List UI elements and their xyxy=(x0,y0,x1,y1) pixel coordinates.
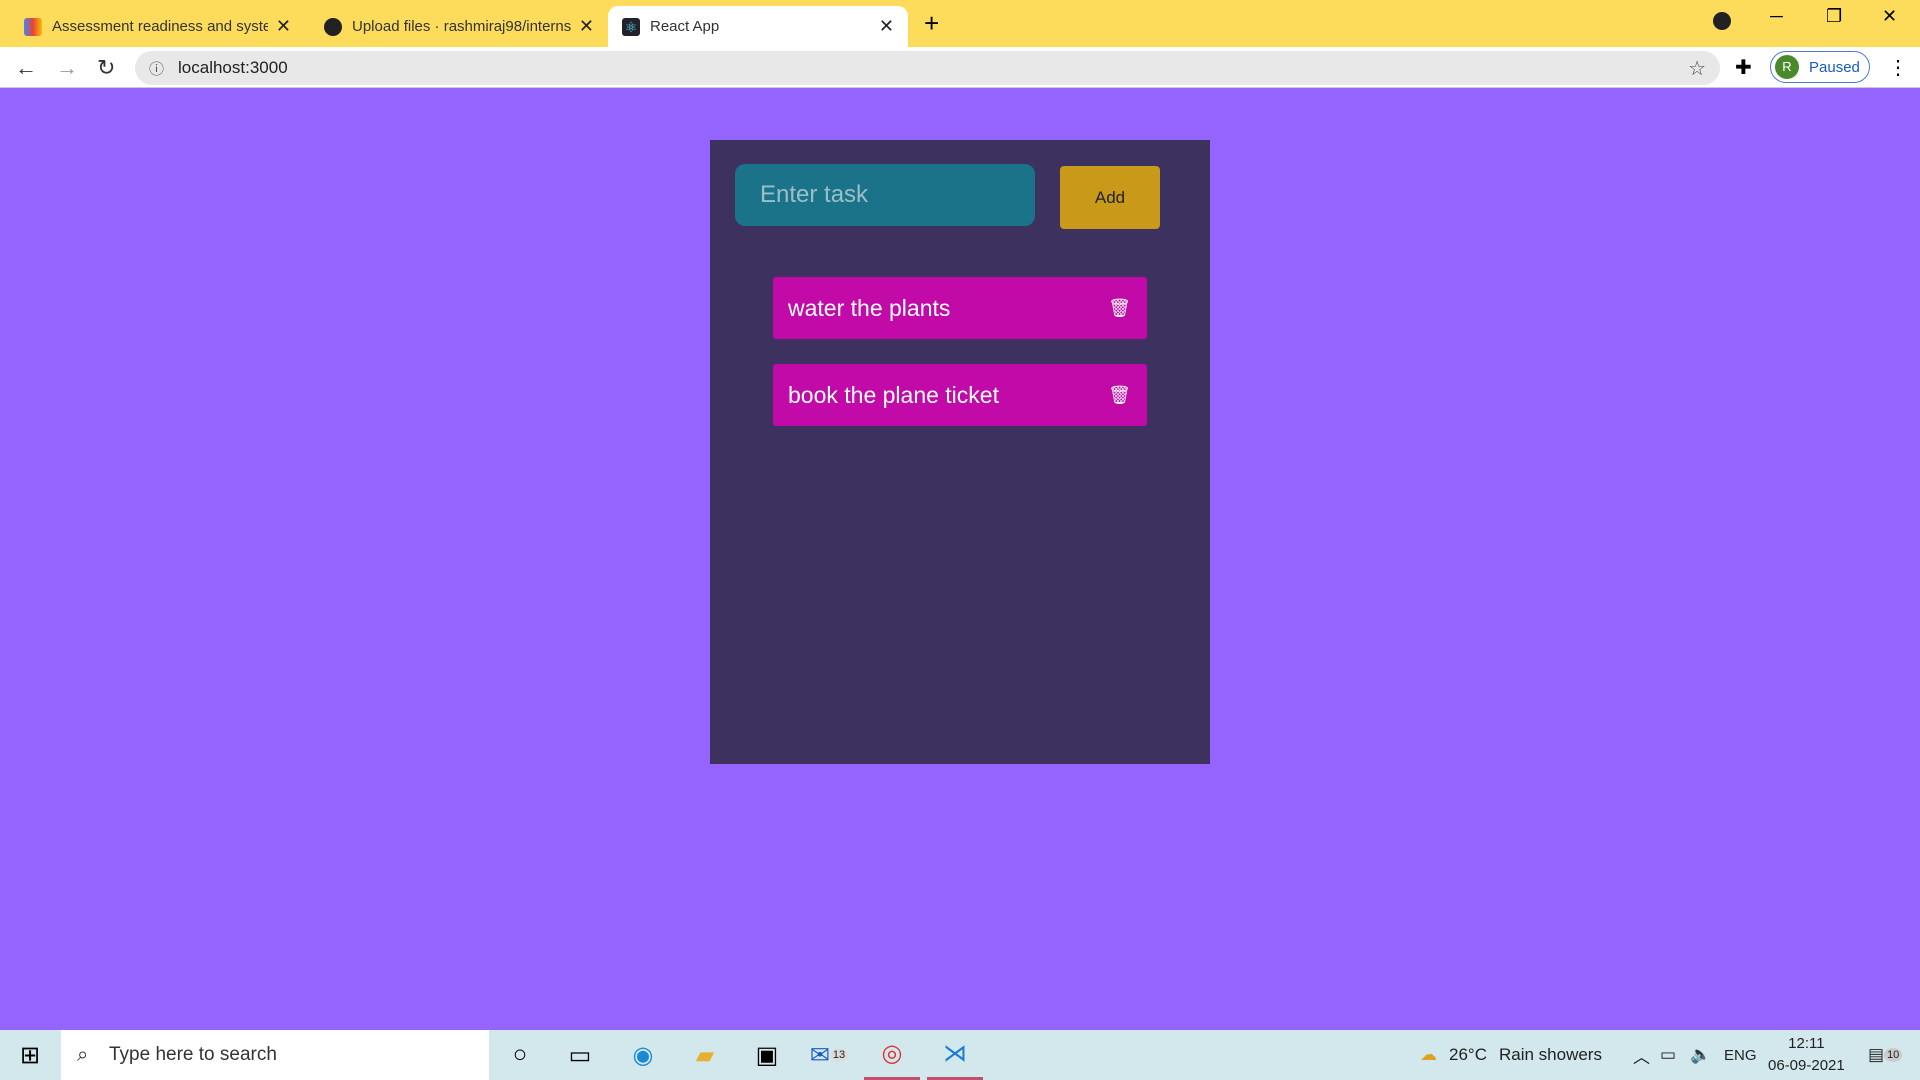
trash-icon[interactable]: 🗑 xyxy=(1108,298,1131,319)
mail-icon[interactable]: ✉ 13 xyxy=(801,1030,857,1080)
close-tab-icon[interactable]: ✕ xyxy=(276,16,291,37)
file-explorer-icon[interactable]: ▰ xyxy=(677,1030,733,1080)
search-icon: ⌕ xyxy=(77,1043,89,1066)
edge-icon[interactable]: ◉ xyxy=(615,1030,671,1080)
tab-react-app[interactable]: ⚛ React App ✕ xyxy=(608,6,908,47)
windows-start-icon[interactable]: ⊞ xyxy=(2,1030,58,1080)
vscode-icon[interactable]: ⋊ xyxy=(927,1030,983,1080)
task-text: book the plane ticket xyxy=(788,381,999,408)
task-item: water the plants 🗑 xyxy=(773,277,1147,339)
volume-icon[interactable]: 🔈 xyxy=(1690,1030,1711,1080)
task-text: water the plants xyxy=(788,294,951,321)
store-icon[interactable]: ▣ xyxy=(739,1030,795,1080)
tab-title: Assessment readiness and system xyxy=(52,18,268,35)
tab-search-icon[interactable] xyxy=(1713,12,1731,30)
notification-badge: 10 xyxy=(1884,1048,1903,1062)
profile-status: Paused xyxy=(1809,58,1860,76)
tab-title: Upload files · rashmiraj98/interns xyxy=(352,18,571,35)
reload-icon[interactable]: ↻ xyxy=(97,55,115,81)
page-content: Add water the plants 🗑 book the plane ti… xyxy=(0,88,1920,1030)
trash-icon[interactable]: 🗑 xyxy=(1108,385,1131,406)
weather-icon: ☁ xyxy=(1420,1045,1437,1064)
time: 12:11 xyxy=(1788,1035,1825,1052)
url-text: localhost:3000 xyxy=(178,58,288,77)
forward-icon[interactable]: → xyxy=(56,55,78,81)
task-input[interactable] xyxy=(735,164,1035,226)
taskbar: ⊞ ⌕ Type here to search ○ ▭ ◉ ▰ ▣ ✉ 13 ◎ … xyxy=(0,1030,1920,1080)
bookmark-star-icon[interactable]: ☆ xyxy=(1688,56,1706,81)
menu-icon[interactable]: ⋮ xyxy=(1888,55,1908,80)
info-icon: ⓘ xyxy=(149,60,165,78)
close-tab-icon[interactable]: ✕ xyxy=(879,16,894,37)
minimize-button[interactable]: ─ xyxy=(1770,6,1783,27)
todo-panel: Add water the plants 🗑 book the plane ti… xyxy=(710,140,1210,764)
add-button[interactable]: Add xyxy=(1060,166,1160,229)
react-icon: ⚛ xyxy=(622,17,640,36)
date: 06-09-2021 xyxy=(1768,1057,1845,1074)
extensions-icon[interactable]: ✚ xyxy=(1735,55,1752,80)
mail-badge: 13 xyxy=(829,1048,849,1062)
tab-github[interactable]: Upload files · rashmiraj98/interns ✕ xyxy=(310,6,608,47)
chevron-up-icon[interactable]: ︿ xyxy=(1633,1030,1650,1080)
clock[interactable]: 12:11 06-09-2021 xyxy=(1768,1030,1845,1080)
github-icon xyxy=(324,17,342,36)
cortana-icon[interactable]: ○ xyxy=(492,1030,548,1080)
gmail-icon xyxy=(24,17,42,36)
avatar: R xyxy=(1775,55,1799,79)
new-tab-button[interactable]: + xyxy=(924,8,939,39)
weather-description: Rain showers xyxy=(1498,1045,1602,1064)
profile-button[interactable]: R Paused xyxy=(1770,51,1870,83)
task-view-icon[interactable]: ▭ xyxy=(552,1030,608,1080)
restore-button[interactable]: ❐ xyxy=(1826,6,1842,27)
url-input[interactable]: ⓘ localhost:3000 ☆ xyxy=(135,51,1720,85)
search-placeholder: Type here to search xyxy=(109,1044,277,1065)
language-indicator[interactable]: ENG xyxy=(1724,1030,1757,1080)
chrome-icon[interactable]: ◎ xyxy=(864,1030,920,1080)
tab-title: React App xyxy=(650,18,720,35)
close-tab-icon[interactable]: ✕ xyxy=(579,16,594,37)
tab-strip: Assessment readiness and system ✕ Upload… xyxy=(0,0,1920,47)
tab-gmail[interactable]: Assessment readiness and system ✕ xyxy=(10,6,305,47)
close-window-button[interactable]: ✕ xyxy=(1882,6,1897,27)
notifications-icon[interactable]: ▤ 10 xyxy=(1868,1030,1903,1080)
back-icon[interactable]: ← xyxy=(15,55,37,81)
temperature: 26°C xyxy=(1449,1045,1487,1064)
taskbar-search[interactable]: ⌕ Type here to search xyxy=(61,1030,489,1080)
battery-icon[interactable]: ▭ xyxy=(1660,1030,1676,1080)
task-item: book the plane ticket 🗑 xyxy=(773,364,1147,426)
weather-widget[interactable]: ☁ 26°C Rain showers xyxy=(1420,1030,1602,1080)
address-bar: ← → ↻ ⓘ localhost:3000 ☆ ✚ R Paused ⋮ xyxy=(0,47,1920,88)
